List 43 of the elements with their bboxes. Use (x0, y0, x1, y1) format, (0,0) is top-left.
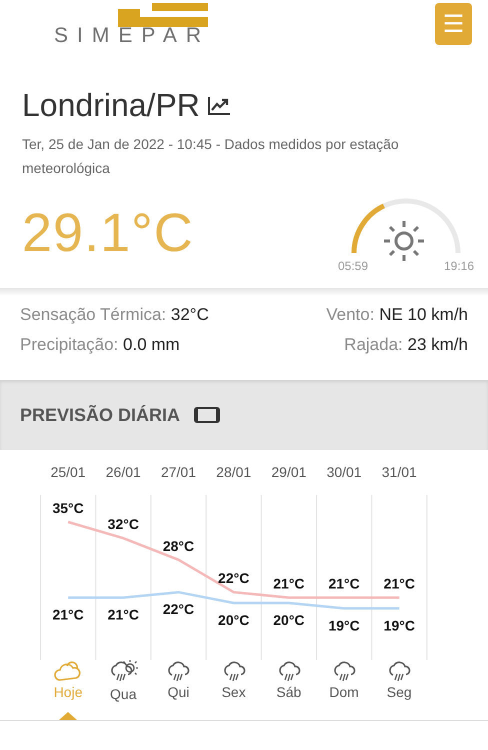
temperature-label: 20°C (273, 612, 305, 628)
sunrise-time: 05:59 (338, 259, 368, 273)
date-subtitle: Ter, 25 de Jan de 2022 - 10:45 - Dados medidos por estação meteorológica (22, 135, 400, 178)
date-label: 26/01 (106, 464, 141, 480)
temperature-label: 22°C (218, 570, 250, 586)
temperature-label: 32°C (108, 516, 139, 532)
date-label: 28/01 (216, 464, 252, 480)
detail-text: Vento: NE 10 km/h (325, 304, 468, 326)
temperature-label: 21°C (273, 576, 305, 592)
sun-icon (382, 219, 426, 263)
logo: SIMEPAR (54, 25, 210, 46)
day-tab[interactable]: Sáb (261, 660, 316, 708)
detail-text: Rajada: 23 km/h (343, 334, 468, 356)
day-tab[interactable]: Dom (316, 660, 372, 708)
selection-pointer (59, 712, 78, 720)
date-label: 25/01 (50, 464, 86, 480)
date-label: 31/01 (382, 464, 417, 480)
date-label: 30/01 (326, 464, 362, 480)
date-label: 27/01 (160, 464, 196, 480)
city-title: Londrina/PR (22, 87, 200, 124)
temperature: 29.1°C (22, 202, 194, 264)
sunset-time: 19:16 (444, 259, 474, 273)
temperature-label: 19°C (384, 617, 415, 634)
day-tab[interactable]: Sex (206, 660, 262, 708)
date-label: 29/01 (271, 464, 306, 480)
phone-landscape-icon[interactable] (194, 407, 220, 423)
section-title: PREVISÃO DIÁRIA (20, 404, 180, 426)
temperature-label: 35°C (52, 500, 84, 516)
temperature-label: 21°C (328, 576, 360, 592)
day-tab[interactable]: Qui (150, 660, 206, 708)
detail-text: Precipitação: 0.0 mm (20, 334, 181, 356)
temperature-label: 28°C (162, 538, 194, 554)
temperature-label: 22°C (162, 601, 194, 618)
temperature-label: 19°C (328, 617, 360, 634)
day-tab[interactable]: Qua (96, 660, 151, 708)
day-tab[interactable]: Seg (372, 660, 427, 708)
temperature-label: 21°C (384, 576, 415, 592)
temperature-label: 21°C (52, 606, 84, 623)
chart-icon[interactable] (208, 96, 230, 114)
temperature-label: 20°C (218, 612, 250, 628)
detail-text: Sensação Térmica: 32°C (20, 304, 210, 326)
temperature-label: 21°C (108, 606, 139, 623)
cloud-icon (53, 660, 84, 684)
